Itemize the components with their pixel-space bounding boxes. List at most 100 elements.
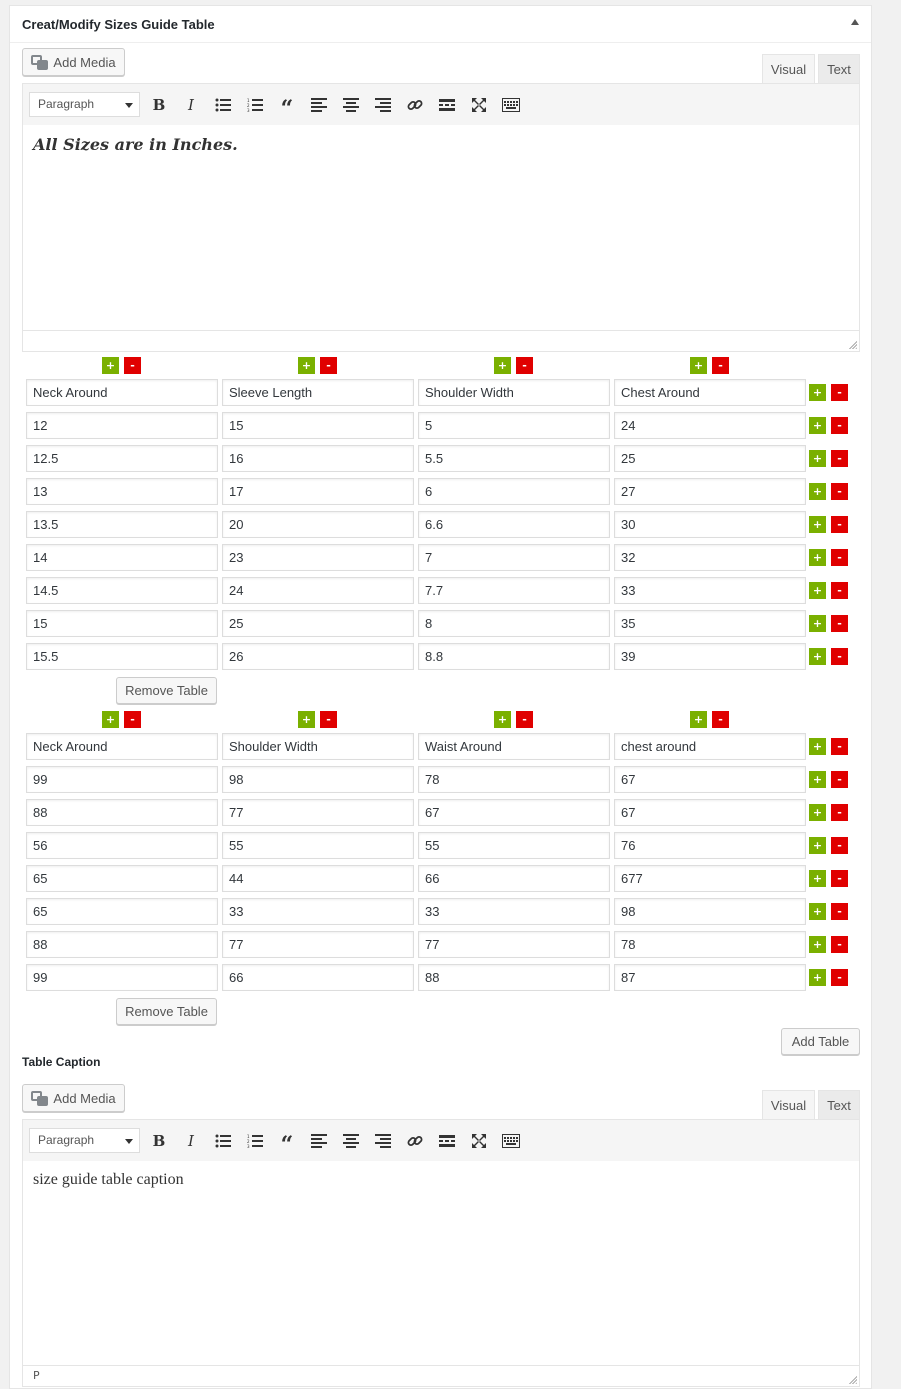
remove-row-button[interactable]: - <box>831 384 848 401</box>
remove-row-button[interactable]: - <box>831 483 848 500</box>
table-cell-input[interactable] <box>614 832 806 859</box>
remove-column-button[interactable]: - <box>712 711 729 728</box>
table-cell-input[interactable] <box>614 964 806 991</box>
table-cell-input[interactable] <box>418 412 610 439</box>
numbered-list-icon[interactable]: 123 <box>243 1129 267 1153</box>
add-row-button[interactable]: + <box>809 648 826 665</box>
align-left-icon[interactable] <box>307 1129 331 1153</box>
table-cell-input[interactable] <box>614 511 806 538</box>
remove-row-button[interactable]: - <box>831 615 848 632</box>
add-row-button[interactable]: + <box>809 582 826 599</box>
header-cell-input[interactable] <box>222 733 414 760</box>
table-cell-input[interactable] <box>222 610 414 637</box>
add-row-button[interactable]: + <box>809 417 826 434</box>
link-icon[interactable] <box>403 1129 427 1153</box>
table-cell-input[interactable] <box>26 931 218 958</box>
align-right-icon[interactable] <box>371 93 395 117</box>
remove-column-button[interactable]: - <box>516 711 533 728</box>
add-column-button[interactable]: + <box>494 357 511 374</box>
bold-icon[interactable]: B <box>147 1129 171 1153</box>
table-cell-input[interactable] <box>614 865 806 892</box>
table-cell-input[interactable] <box>614 412 806 439</box>
bold-icon[interactable]: B <box>147 93 171 117</box>
remove-row-button[interactable]: - <box>831 837 848 854</box>
add-column-button[interactable]: + <box>298 711 315 728</box>
table-cell-input[interactable] <box>418 511 610 538</box>
align-center-icon[interactable] <box>339 93 363 117</box>
bullet-list-icon[interactable] <box>211 93 235 117</box>
add-row-button[interactable]: + <box>809 483 826 500</box>
table-cell-input[interactable] <box>614 931 806 958</box>
fullscreen-icon[interactable] <box>467 1129 491 1153</box>
remove-row-button[interactable]: - <box>831 804 848 821</box>
remove-column-button[interactable]: - <box>124 711 141 728</box>
table-cell-input[interactable] <box>222 643 414 670</box>
table-cell-input[interactable] <box>418 832 610 859</box>
table-cell-input[interactable] <box>222 445 414 472</box>
table-cell-input[interactable] <box>614 643 806 670</box>
add-row-button[interactable]: + <box>809 936 826 953</box>
remove-row-button[interactable]: - <box>831 549 848 566</box>
blockquote-icon[interactable]: “ <box>275 1129 299 1156</box>
table-cell-input[interactable] <box>614 766 806 793</box>
table-cell-input[interactable] <box>222 799 414 826</box>
add-row-button[interactable]: + <box>809 870 826 887</box>
remove-row-button[interactable]: - <box>831 771 848 788</box>
table-cell-input[interactable] <box>26 865 218 892</box>
table-cell-input[interactable] <box>26 478 218 505</box>
table-cell-input[interactable] <box>418 799 610 826</box>
remove-column-button[interactable]: - <box>712 357 729 374</box>
add-table-button[interactable]: Add Table <box>781 1028 860 1055</box>
table-cell-input[interactable] <box>222 478 414 505</box>
header-cell-input[interactable] <box>418 379 610 406</box>
remove-column-button[interactable]: - <box>320 711 337 728</box>
table-cell-input[interactable] <box>26 511 218 538</box>
table-cell-input[interactable] <box>418 898 610 925</box>
table-cell-input[interactable] <box>222 766 414 793</box>
link-icon[interactable] <box>403 93 427 117</box>
remove-row-button[interactable]: - <box>831 516 848 533</box>
table-cell-input[interactable] <box>26 577 218 604</box>
remove-row-button[interactable]: - <box>831 417 848 434</box>
header-cell-input[interactable] <box>222 379 414 406</box>
table-cell-input[interactable] <box>418 964 610 991</box>
table-cell-input[interactable] <box>26 766 218 793</box>
italic-icon[interactable]: I <box>179 93 203 117</box>
align-right-icon[interactable] <box>371 1129 395 1153</box>
table-cell-input[interactable] <box>418 766 610 793</box>
table-cell-input[interactable] <box>26 799 218 826</box>
fullscreen-icon[interactable] <box>467 93 491 117</box>
table-cell-input[interactable] <box>222 865 414 892</box>
table-cell-input[interactable] <box>222 544 414 571</box>
table-cell-input[interactable] <box>222 931 414 958</box>
table-cell-input[interactable] <box>418 478 610 505</box>
table-cell-input[interactable] <box>614 610 806 637</box>
resize-handle-icon[interactable] <box>848 340 857 349</box>
editor-content[interactable]: size guide table caption <box>23 1161 859 1367</box>
numbered-list-icon[interactable]: 123 <box>243 93 267 117</box>
blockquote-icon[interactable]: “ <box>275 93 299 120</box>
table-cell-input[interactable] <box>26 610 218 637</box>
header-cell-input[interactable] <box>26 733 218 760</box>
remove-column-button[interactable]: - <box>516 357 533 374</box>
remove-row-button[interactable]: - <box>831 648 848 665</box>
table-cell-input[interactable] <box>26 832 218 859</box>
tab-text[interactable]: Text <box>818 54 860 84</box>
add-row-button[interactable]: + <box>809 516 826 533</box>
table-cell-input[interactable] <box>26 643 218 670</box>
table-cell-input[interactable] <box>614 544 806 571</box>
add-row-button[interactable]: + <box>809 804 826 821</box>
header-cell-input[interactable] <box>26 379 218 406</box>
bullet-list-icon[interactable] <box>211 1129 235 1153</box>
table-cell-input[interactable] <box>418 445 610 472</box>
add-row-button[interactable]: + <box>809 837 826 854</box>
add-column-button[interactable]: + <box>494 711 511 728</box>
add-column-button[interactable]: + <box>690 711 707 728</box>
table-cell-input[interactable] <box>222 412 414 439</box>
remove-table-button[interactable]: Remove Table <box>116 677 217 704</box>
collapse-arrow-icon[interactable] <box>851 19 859 25</box>
table-cell-input[interactable] <box>222 898 414 925</box>
add-media-button[interactable]: Add Media <box>22 48 125 76</box>
table-cell-input[interactable] <box>614 445 806 472</box>
remove-row-button[interactable]: - <box>831 936 848 953</box>
